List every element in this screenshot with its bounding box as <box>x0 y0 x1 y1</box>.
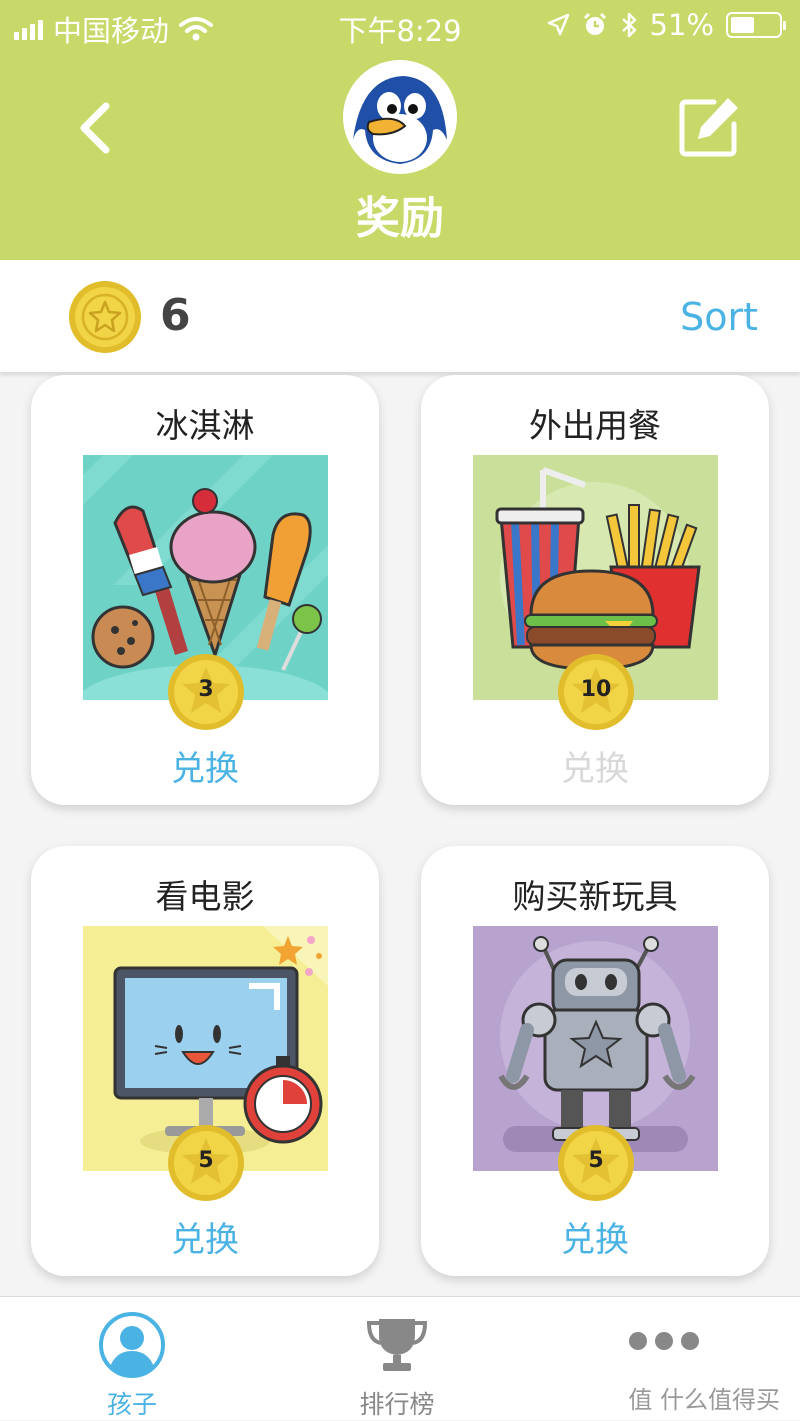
cost-value: 5 <box>198 1148 214 1173</box>
child-icon <box>99 1312 165 1378</box>
more-icon <box>629 1332 699 1350</box>
battery-percent: 51% <box>649 8 714 42</box>
cost-value: 5 <box>588 1148 604 1173</box>
reward-name: 看电影 <box>155 877 255 916</box>
reward-card[interactable]: 看电影 5 兑换 <box>31 846 379 1276</box>
page-title: 奖励 <box>356 193 444 244</box>
cost-badge: 10 <box>557 653 635 731</box>
tab-child[interactable]: 孩子 <box>32 1297 232 1421</box>
redeem-button[interactable]: 兑换 <box>421 741 769 790</box>
tab-label: 排行榜 <box>359 1390 435 1419</box>
coin-count: 6 <box>160 290 191 341</box>
reward-card[interactable]: 外出用餐 10 兑换 <box>421 375 769 805</box>
cost-badge: 5 <box>557 1124 635 1202</box>
reward-card[interactable]: 冰淇淋 3 兑换 <box>31 375 379 805</box>
header-bar: 中国移动 下午8:29 51% 奖励 <box>0 0 800 260</box>
alarm-icon <box>583 12 606 35</box>
edit-icon[interactable] <box>676 94 742 160</box>
chevron-left-icon[interactable] <box>70 98 120 158</box>
reward-name: 外出用餐 <box>529 406 661 445</box>
redeem-button[interactable]: 兑换 <box>31 1212 379 1261</box>
location-icon <box>547 13 569 36</box>
reward-card[interactable]: 购买新玩具 5 兑换 <box>421 846 769 1276</box>
cost-value: 10 <box>580 677 612 702</box>
avatar[interactable] <box>343 60 457 174</box>
battery-icon <box>726 12 786 38</box>
cost-badge: 3 <box>167 653 245 731</box>
tab-label: 孩子 <box>106 1390 157 1419</box>
coin-icon <box>69 281 141 353</box>
redeem-button[interactable]: 兑换 <box>31 741 379 790</box>
reward-name: 购买新玩具 <box>512 877 678 916</box>
sort-button[interactable]: Sort <box>680 295 758 339</box>
status-bar: 中国移动 下午8:29 51% <box>0 0 800 52</box>
penguin-icon <box>353 76 447 164</box>
tab-leaderboard[interactable]: 排行榜 <box>297 1297 497 1421</box>
redeem-button[interactable]: 兑换 <box>421 1212 769 1261</box>
trophy-icon <box>366 1319 428 1371</box>
reward-name: 冰淇淋 <box>155 406 255 445</box>
watermark: 值 什么值得买 <box>628 1386 780 1414</box>
cost-badge: 5 <box>167 1124 245 1202</box>
bluetooth-icon <box>621 12 636 38</box>
cost-value: 3 <box>198 677 214 702</box>
